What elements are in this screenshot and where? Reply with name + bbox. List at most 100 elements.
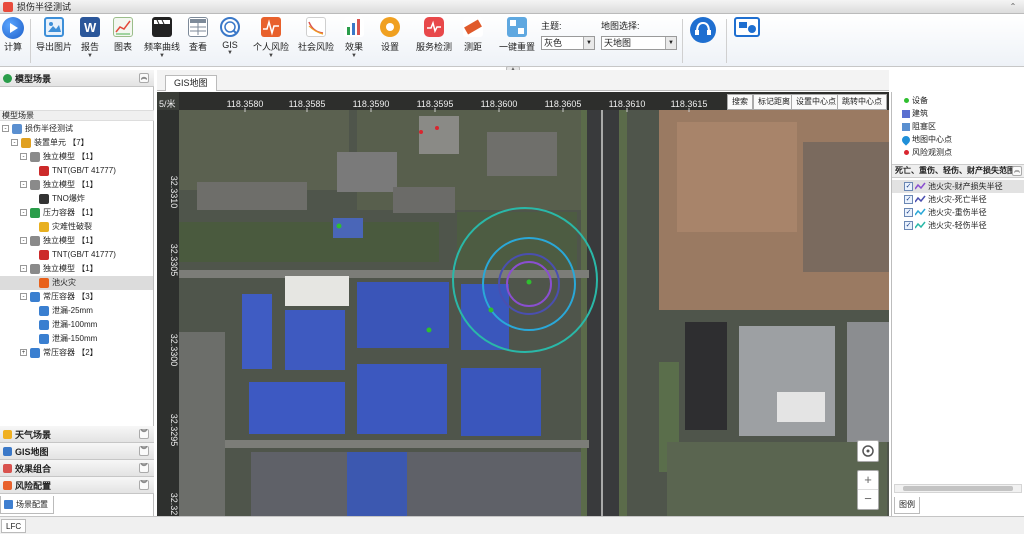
damage-layer-row[interactable]: ✓ 池火灾-重伤半径 <box>892 206 1024 219</box>
app-icon <box>3 1 13 12</box>
grid-icon <box>30 180 40 190</box>
tree-node[interactable]: - 独立模型 【1】 <box>0 234 153 248</box>
chart-label: 图表 <box>113 42 132 52</box>
collapse-icon[interactable]: ︽ <box>1012 166 1022 176</box>
support-button[interactable] <box>688 17 718 65</box>
report-button[interactable]: W 报告 ▼ <box>78 17 102 65</box>
expand-icon[interactable]: ︾ <box>139 463 149 473</box>
horizontal-scrollbar[interactable] <box>894 484 1022 493</box>
legend-tab[interactable]: 图例 <box>894 497 920 514</box>
reset-button[interactable]: 一键重置 <box>498 17 536 65</box>
map-mark-distance-button[interactable]: 标记距离 <box>753 94 795 110</box>
scrollbar-thumb[interactable] <box>903 486 1013 491</box>
device-marker[interactable] <box>336 223 342 229</box>
model-scene-header[interactable]: 模型场景 ︽ <box>0 70 154 87</box>
right-panel: 设备 建筑 阻塞区 地图中心点 风险观测点 死亡、重伤、轻伤、财产损失范围 ︽ ✓ 池火灾… <box>891 92 1024 516</box>
scene-tree: - 损伤半径测试 - 装置单元 【7】 - 独立模型 【1】 TNT(GB/T 41777)… <box>0 122 153 360</box>
legend-label: 设备 <box>912 96 928 105</box>
chart-button[interactable]: 图表 <box>110 17 136 65</box>
collapse-node-icon[interactable]: - <box>20 181 27 188</box>
settings-button[interactable]: 设置 <box>378 17 402 65</box>
longitude-tick-label: 118.3600 <box>481 99 518 109</box>
tree-node[interactable]: 泄漏-150mm <box>0 332 153 346</box>
weather-icon <box>3 429 12 439</box>
expand-icon[interactable]: ︾ <box>139 480 149 490</box>
damage-layer-row[interactable]: ✓ 池火灾-财产损失半径 <box>892 180 1024 193</box>
tree-node[interactable]: 池火灾 <box>0 276 153 290</box>
collapse-node-icon[interactable]: - <box>20 293 27 300</box>
device-marker[interactable] <box>526 279 532 285</box>
layer-checkbox[interactable]: ✓ <box>904 221 913 230</box>
expand-icon[interactable]: ︾ <box>139 429 149 439</box>
collapse-icon[interactable]: ︽ <box>139 73 149 83</box>
scene-config-tab[interactable]: 场景配置 <box>0 496 54 514</box>
map-jump-center-button[interactable]: 跳转中心点 <box>837 94 887 110</box>
frequency-curve-button[interactable]: 频率曲线 ▼ <box>144 17 180 65</box>
zoom-in-button[interactable]: + <box>858 471 878 490</box>
tree-node[interactable]: 灾难性破裂 <box>0 220 153 234</box>
locate-button[interactable] <box>857 440 879 462</box>
tree-node[interactable]: - 损伤半径测试 <box>0 122 153 136</box>
map-set-center-button[interactable]: 设置中心点 <box>791 94 841 110</box>
section-effect-combo[interactable]: 效果组合 ︾ <box>0 460 154 477</box>
collapse-node-icon[interactable]: - <box>2 125 9 132</box>
scene-icon <box>3 73 12 83</box>
longitude-tick-label: 118.3615 <box>671 99 708 109</box>
section-risk-config[interactable]: 风险配置 ︾ <box>0 477 154 494</box>
collapse-node-icon[interactable]: - <box>20 209 27 216</box>
legend-label: 地图中心点 <box>912 135 952 144</box>
collapse-node-icon[interactable]: - <box>20 153 27 160</box>
tree-node[interactable]: TNT(GB/T 41777) <box>0 164 153 178</box>
gis-map-view[interactable]: 118.3580 118.3585 118.3590 118.3595 118.3600… <box>157 92 889 516</box>
tree-node[interactable]: TNT(GB/T 41777) <box>0 248 153 262</box>
measure-distance-button[interactable]: 测距 <box>462 17 484 65</box>
tree-node[interactable]: - 独立模型 【1】 <box>0 150 153 164</box>
card-icon <box>734 17 760 37</box>
tab-gis-map[interactable]: GIS地图 <box>165 75 217 91</box>
damage-layer-row[interactable]: ✓ 池火灾-死亡半径 <box>892 193 1024 206</box>
satellite-map[interactable]: 118.3580 118.3585 118.3590 118.3595 118.3600… <box>157 92 889 516</box>
section-gis-map[interactable]: GIS地图 ︾ <box>0 443 154 460</box>
status-bar: LFC <box>0 516 1024 534</box>
social-risk-button[interactable]: 社会风险 <box>298 17 334 65</box>
map-search-button[interactable]: 搜索 <box>727 94 753 110</box>
map-select[interactable]: 天地图 ▼ <box>601 36 677 50</box>
observation-point-marker[interactable] <box>419 130 423 134</box>
collapse-node-icon[interactable]: - <box>20 237 27 244</box>
tree-node[interactable]: - 独立模型 【1】 <box>0 262 153 276</box>
expand-node-icon[interactable]: + <box>20 349 27 356</box>
personal-risk-button[interactable]: 个人风险 ▼ <box>252 17 290 65</box>
theme-select[interactable]: 灰色 ▼ <box>541 36 595 50</box>
layer-checkbox[interactable]: ✓ <box>904 208 913 217</box>
section-weather[interactable]: 天气场景 ︾ <box>0 426 154 443</box>
card-button[interactable] <box>732 17 762 65</box>
layer-checkbox[interactable]: ✓ <box>904 182 913 191</box>
tree-node[interactable]: - 装置单元 【7】 <box>0 136 153 150</box>
device-marker[interactable] <box>488 307 494 313</box>
tree-node[interactable]: - 独立模型 【1】 <box>0 178 153 192</box>
view-button[interactable]: 查看 <box>186 17 210 65</box>
observation-point-marker[interactable] <box>435 126 439 130</box>
expand-icon[interactable]: ︾ <box>139 446 149 456</box>
tree-node[interactable]: + 常压容器 【2】 <box>0 346 153 360</box>
export-image-button[interactable]: 导出图片 <box>36 17 72 65</box>
tree-node[interactable]: - 压力容器 【1】 <box>0 206 153 220</box>
zoom-out-button[interactable]: − <box>858 490 878 509</box>
damage-layer-row[interactable]: ✓ 池火灾-轻伤半径 <box>892 219 1024 232</box>
effect-button[interactable]: 效果 ▼ <box>342 17 366 65</box>
tree-node[interactable]: - 常压容器 【3】 <box>0 290 153 304</box>
tree-node[interactable]: TNO爆炸 <box>0 192 153 206</box>
gis-button[interactable]: GIS ▼ <box>218 17 242 65</box>
layer-label: 池火灾-财产损失半径 <box>928 182 1003 191</box>
tree-node[interactable]: 泄漏-100mm <box>0 318 153 332</box>
layer-checkbox[interactable]: ✓ <box>904 195 913 204</box>
collapse-ribbon-icon[interactable]: ⌃ <box>1008 2 1018 12</box>
calculate-button[interactable]: 计算 <box>2 17 24 65</box>
collapse-node-icon[interactable]: - <box>11 139 18 146</box>
scene-config-label: 场景配置 <box>16 500 48 509</box>
service-check-button[interactable]: 服务检测 <box>416 17 452 65</box>
device-marker[interactable] <box>426 327 432 333</box>
collapse-node-icon[interactable]: - <box>20 265 27 272</box>
model-scene-subheader: 模型场景 <box>0 110 154 121</box>
tree-node[interactable]: 泄漏-25mm <box>0 304 153 318</box>
